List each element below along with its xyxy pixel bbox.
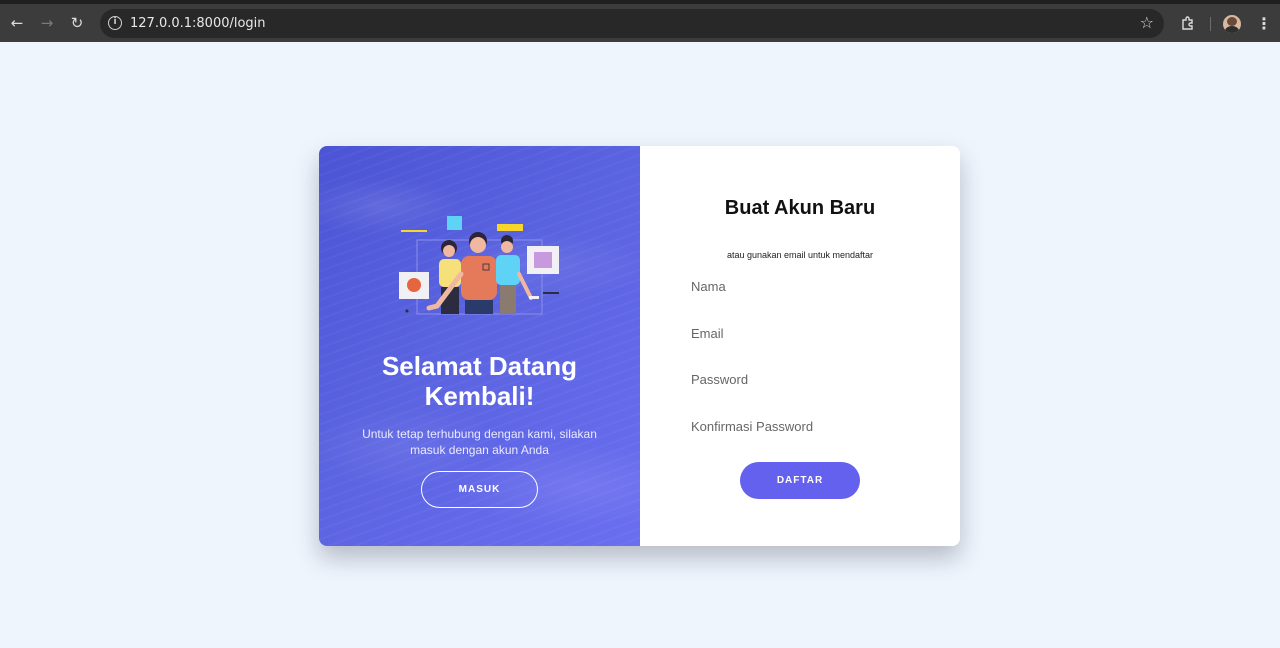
login-button[interactable]: MASUK — [421, 471, 538, 508]
forward-arrow-icon[interactable]: → — [36, 12, 58, 34]
person-center-face — [470, 237, 486, 253]
back-arrow-icon[interactable]: ← — [6, 12, 28, 34]
yellow-bar-shape — [497, 224, 523, 231]
confirm-password-field[interactable] — [691, 415, 911, 437]
yellow-line-shape — [401, 230, 427, 232]
person-right-shirt — [496, 255, 520, 285]
person-right-legs — [500, 285, 516, 314]
puzzle-icon[interactable] — [1180, 15, 1196, 31]
avatar[interactable] — [1223, 15, 1241, 33]
person-center-shirt — [461, 256, 497, 300]
cyan-square-shape — [447, 216, 462, 230]
team-illustration — [399, 216, 559, 315]
register-panel: Buat Akun Baru atau gunakan email untuk … — [640, 146, 960, 546]
email-field[interactable] — [691, 322, 911, 344]
reload-icon[interactable]: ↻ — [66, 12, 88, 34]
register-title: Buat Akun Baru — [724, 197, 876, 219]
kebab-menu-icon[interactable]: ⋮ — [1256, 13, 1272, 35]
person-right-face — [501, 241, 513, 253]
welcome-subtitle: Untuk tetap terhubung dengan kami, silak… — [362, 427, 597, 457]
browser-toolbar: ← → ↻ i 127.0.0.1:8000/login ☆ ⋮ — [0, 0, 1280, 42]
site-info-icon[interactable]: i — [108, 16, 122, 30]
person-center-legs — [465, 300, 493, 314]
register-button[interactable]: DAFTAR — [740, 462, 860, 499]
dash-line-shape — [543, 292, 559, 294]
toolbar-divider — [1210, 17, 1211, 31]
address-bar-url[interactable]: 127.0.0.1:8000/login — [130, 16, 266, 31]
star-icon[interactable]: ☆ — [1140, 13, 1154, 32]
password-field[interactable] — [691, 368, 911, 390]
auth-card: Selamat Datang Kembali! Untuk tetap terh… — [319, 146, 960, 546]
person-left-shirt — [439, 259, 461, 287]
welcome-title: Selamat Datang Kembali! — [381, 351, 578, 411]
tab-strip — [0, 0, 1280, 4]
badge-icon — [407, 278, 421, 292]
person-left-face — [443, 245, 455, 257]
register-subtitle: atau gunakan email untuk mendaftar — [726, 250, 874, 260]
name-field[interactable] — [691, 275, 911, 297]
address-bar[interactable]: i 127.0.0.1:8000/login ☆ — [100, 9, 1164, 38]
photo-icon — [534, 252, 552, 268]
welcome-panel: Selamat Datang Kembali! Untuk tetap terh… — [319, 146, 640, 546]
